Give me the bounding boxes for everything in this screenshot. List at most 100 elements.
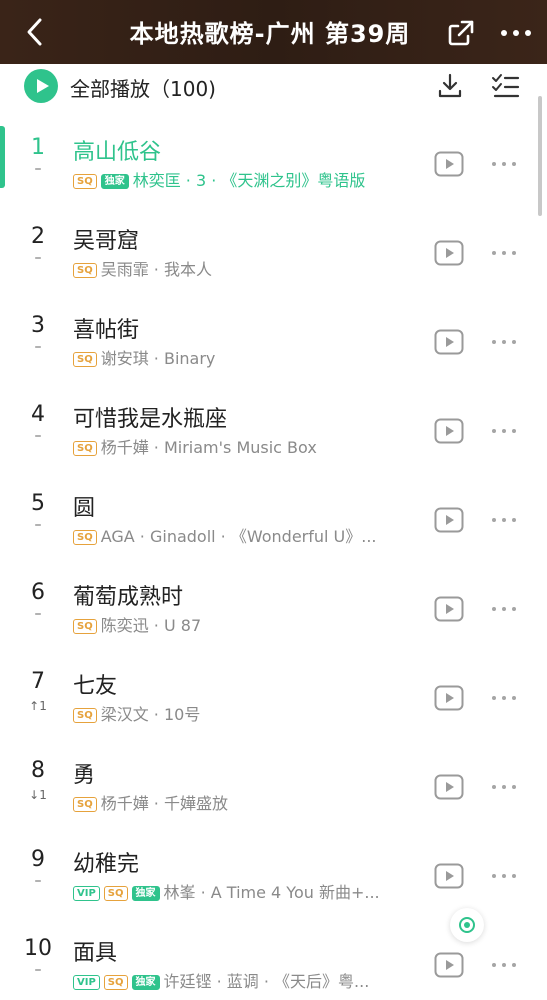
rank-number: 3 <box>31 313 45 338</box>
play-video-icon[interactable] <box>434 952 464 978</box>
artist-album-text: 林奕匡 · 3 · 《天渊之别》粤语版 <box>132 171 366 190</box>
song-row[interactable]: 2– 吴哥窟 SQ 吴雨霏 · 我本人 <box>0 220 547 309</box>
page-title: 本地热歌榜-广州 第39周 <box>129 20 411 48</box>
rank-trend: ↓1 <box>29 788 47 802</box>
song-title[interactable]: 勇 <box>73 757 95 789</box>
artist-album-text: 吴雨霏 · 我本人 <box>100 260 212 279</box>
artist-album-text: 陈奕迅 · U 87 <box>100 616 202 635</box>
rank-trend: – <box>34 161 42 177</box>
more-horizontal-icon[interactable] <box>496 18 536 48</box>
vip-badge: VIP <box>73 975 100 990</box>
play-video-icon[interactable] <box>434 329 464 355</box>
rank-trend: – <box>34 250 42 266</box>
more-options-icon[interactable] <box>490 693 518 703</box>
song-meta: SQ 吴雨霏 · 我本人 <box>73 259 418 281</box>
artist-album-text: 梁汉文 · 10号 <box>100 705 201 724</box>
more-options-icon[interactable] <box>490 159 518 169</box>
song-title[interactable]: 七友 <box>73 668 117 700</box>
song-row[interactable]: 8 ↓1 勇 SQ 杨千嬅 · 千嬅盛放 <box>0 754 547 843</box>
artist-album-text: AGA · Ginadoll · 《Wonderful U》... <box>100 527 377 546</box>
song-title[interactable]: 可惜我是水瓶座 <box>73 401 227 433</box>
download-icon[interactable] <box>436 72 464 100</box>
song-meta: SQ 谢安琪 · Binary <box>73 348 418 370</box>
more-options-icon[interactable] <box>490 248 518 258</box>
exclusive-badge: 独家 <box>131 975 160 990</box>
sq-badge: SQ <box>73 174 97 189</box>
artist-album-text: 杨千嬅 · 千嬅盛放 <box>100 794 228 813</box>
song-row[interactable]: 7 ↑1 七友 SQ 梁汉文 · 10号 <box>0 665 547 754</box>
song-title[interactable]: 吴哥窟 <box>73 223 139 255</box>
exclusive-badge: 独家 <box>100 174 129 189</box>
song-row[interactable]: 4– 可惜我是水瓶座 SQ 杨千嬅 · Miriam's Music Box <box>0 398 547 487</box>
play-all-bar: 全部播放（100) <box>0 64 547 108</box>
sq-badge: SQ <box>73 619 97 634</box>
artist-album-text: 许廷铿 · 蓝调 · 《天后》粤... <box>163 972 370 991</box>
play-video-icon[interactable] <box>434 507 464 533</box>
rank-number: 10 <box>24 936 52 961</box>
play-all-icon[interactable] <box>24 69 58 103</box>
rank-number: 8 <box>31 758 45 783</box>
more-options-icon[interactable] <box>490 426 518 436</box>
multi-select-icon[interactable] <box>490 72 520 100</box>
play-video-icon[interactable] <box>434 596 464 622</box>
play-all-button[interactable]: 全部播放（100) <box>70 73 216 102</box>
song-row[interactable]: 3– 喜帖街 SQ 谢安琪 · Binary <box>0 309 547 398</box>
rank-number: 2 <box>31 224 45 249</box>
song-title[interactable]: 葡萄成熟时 <box>73 579 183 611</box>
rank-trend: – <box>34 962 42 978</box>
sq-badge: SQ <box>73 530 97 545</box>
vip-badge: VIP <box>73 886 100 901</box>
song-title[interactable]: 圆 <box>73 490 95 522</box>
share-icon[interactable] <box>446 18 476 48</box>
artist-album-text: 杨千嬅 · Miriam's Music Box <box>100 438 317 457</box>
song-row[interactable]: 6– 葡萄成熟时 SQ 陈奕迅 · U 87 <box>0 576 547 665</box>
song-row[interactable]: 5– 圆 SQ AGA · Ginadoll · 《Wonderful U》... <box>0 487 547 576</box>
play-video-icon[interactable] <box>434 863 464 889</box>
sq-badge: SQ <box>103 975 128 990</box>
song-title[interactable]: 面具 <box>73 935 117 967</box>
sq-badge: SQ <box>73 797 97 812</box>
song-title[interactable]: 幼稚完 <box>73 846 139 878</box>
rank-number: 4 <box>31 402 45 427</box>
rank-trend: ↑1 <box>29 699 47 713</box>
song-row[interactable]: 1– 高山低谷 SQ 独家 林奕匡 · 3 · 《天渊之别》粤语版 <box>0 131 547 220</box>
top-bar: 本地热歌榜-广州 第39周 <box>0 0 547 64</box>
sq-badge: SQ <box>73 352 97 367</box>
exclusive-badge: 独家 <box>131 886 160 901</box>
more-options-icon[interactable] <box>490 960 518 970</box>
sq-badge: SQ <box>73 708 97 723</box>
more-options-icon[interactable] <box>490 515 518 525</box>
play-video-icon[interactable] <box>434 774 464 800</box>
song-row[interactable]: 10– 面具 VIP SQ 独家 许廷铿 · 蓝调 · 《天后》粤... <box>0 932 547 1000</box>
play-video-icon[interactable] <box>434 240 464 266</box>
song-meta: VIP SQ 独家 林峯 · A Time 4 You 新曲+... <box>73 882 418 904</box>
rank-trend: – <box>34 873 42 889</box>
more-options-icon[interactable] <box>490 337 518 347</box>
rank-number: 9 <box>31 847 45 872</box>
rank-number: 5 <box>31 491 45 516</box>
play-video-icon[interactable] <box>434 151 464 177</box>
sq-badge: SQ <box>73 441 97 456</box>
song-meta: SQ 梁汉文 · 10号 <box>73 704 418 726</box>
song-meta: VIP SQ 独家 许廷铿 · 蓝调 · 《天后》粤... <box>73 971 418 993</box>
song-meta: SQ 陈奕迅 · U 87 <box>73 615 418 637</box>
song-title[interactable]: 高山低谷 <box>73 134 161 166</box>
artist-album-text: 谢安琪 · Binary <box>100 349 216 368</box>
locate-playing-button[interactable] <box>450 908 484 942</box>
song-title[interactable]: 喜帖街 <box>73 312 139 344</box>
more-options-icon[interactable] <box>490 871 518 881</box>
play-video-icon[interactable] <box>434 418 464 444</box>
rank-trend: – <box>34 428 42 444</box>
more-options-icon[interactable] <box>490 782 518 792</box>
chevron-left-icon[interactable] <box>20 16 50 48</box>
rank-number: 7 <box>31 669 45 694</box>
rank-trend: – <box>34 517 42 533</box>
sq-badge: SQ <box>73 263 97 278</box>
more-options-icon[interactable] <box>490 604 518 614</box>
song-meta: SQ 独家 林奕匡 · 3 · 《天渊之别》粤语版 <box>73 170 418 192</box>
rank-trend: – <box>34 606 42 622</box>
play-video-icon[interactable] <box>434 685 464 711</box>
song-meta: SQ 杨千嬅 · Miriam's Music Box <box>73 437 418 459</box>
sq-badge: SQ <box>103 886 128 901</box>
song-meta: SQ 杨千嬅 · 千嬅盛放 <box>73 793 418 815</box>
